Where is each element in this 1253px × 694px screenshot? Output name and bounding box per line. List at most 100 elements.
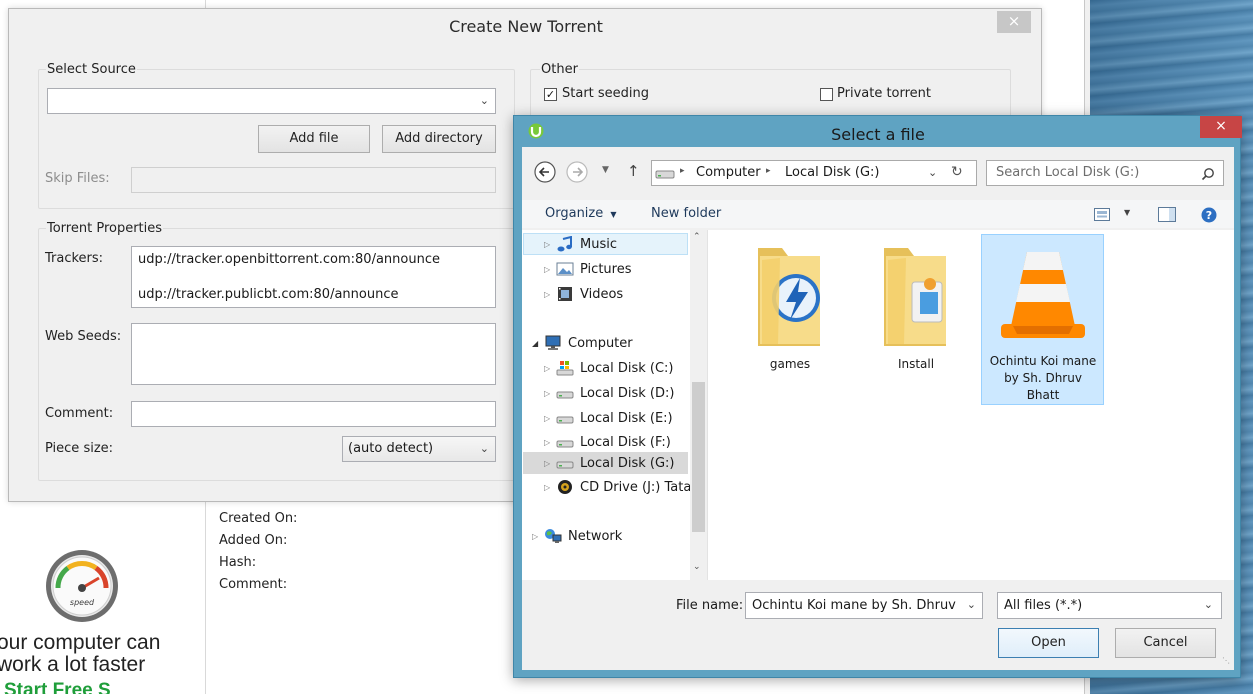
file-name-input[interactable]: Ochintu Koi mane by Sh. Dhruv Bh ⌄ — [745, 592, 983, 619]
scroll-down-icon[interactable]: ⌄ — [693, 562, 701, 572]
nav-item-label: Local Disk (E:) — [580, 410, 673, 426]
close-button[interactable]: × — [997, 11, 1031, 33]
cancel-button[interactable]: Cancel — [1115, 628, 1216, 658]
expand-arrow-icon[interactable]: ▷ — [544, 438, 556, 447]
open-button[interactable]: Open — [998, 628, 1099, 658]
comment-input[interactable] — [131, 401, 496, 427]
file-item-games[interactable]: games — [742, 238, 838, 371]
expand-arrow-icon[interactable]: ▷ — [544, 240, 556, 249]
scroll-up-icon[interactable]: ⌃ — [693, 232, 701, 242]
nav-item-local-disk-e[interactable]: ▷ Local Disk (E:) — [544, 407, 673, 429]
speed-icon-label: speed — [70, 598, 95, 607]
address-dropdown-icon[interactable]: ⌄ — [928, 166, 937, 179]
file-list[interactable]: games Install Ochintu Koi mane by Sh. Dh… — [707, 230, 1234, 580]
expand-arrow-icon[interactable]: ▷ — [544, 483, 556, 492]
expand-arrow-icon[interactable]: ▷ — [544, 389, 556, 398]
cd-drive-icon — [558, 480, 572, 494]
organize-button[interactable]: Organize ▼ — [545, 206, 617, 221]
nav-item-label: Local Disk (C:) — [580, 360, 674, 376]
forward-arrow-icon[interactable] — [566, 161, 588, 183]
nav-item-local-disk-f[interactable]: ▷ Local Disk (F:) — [544, 431, 671, 453]
help-icon[interactable]: ? — [1201, 207, 1217, 223]
trackers-label: Trackers: — [45, 251, 104, 266]
private-torrent-label: Private torrent — [837, 86, 932, 101]
drive-icon — [655, 170, 675, 179]
videos-icon — [558, 287, 572, 301]
piece-size-select[interactable]: (auto detect) ⌄ — [342, 436, 496, 462]
nav-item-label: Local Disk (D:) — [580, 385, 675, 401]
breadcrumb-computer[interactable]: Computer — [696, 165, 761, 180]
nav-item-videos[interactable]: ▷ Videos — [544, 283, 623, 305]
ad-text-line2: work a lot faster — [0, 653, 146, 676]
nav-item-label: Pictures — [580, 261, 632, 277]
web-seeds-textarea[interactable] — [131, 323, 496, 385]
nav-item-music[interactable]: ▷ Music — [544, 233, 617, 255]
tracker-line: udp://tracker.publicbt.com:80/announce — [138, 287, 399, 302]
file-type-value: All files (*.*) — [1004, 598, 1083, 613]
pictures-icon — [556, 262, 574, 276]
recent-locations-icon[interactable]: ▼ — [602, 165, 609, 175]
chevron-down-icon: ⌄ — [479, 442, 489, 455]
speedometer-icon: speed — [46, 550, 118, 622]
trackers-textarea[interactable]: udp://tracker.openbittorrent.com:80/anno… — [131, 246, 496, 308]
nav-item-label: Videos — [580, 286, 624, 302]
ad-cta-link[interactable]: Start Free S — [4, 680, 111, 694]
add-file-button[interactable]: Add file — [258, 125, 370, 153]
nav-item-label: Music — [580, 236, 617, 252]
close-button[interactable]: × — [1200, 116, 1242, 138]
view-dropdown-icon[interactable]: ▼ — [1124, 208, 1130, 217]
preview-pane-icon[interactable] — [1158, 207, 1176, 222]
file-dialog-body: ▼ ↑ ▸ Computer ▸ Local Disk (G:) ⌄ ↻ Sea… — [522, 147, 1234, 670]
address-bar[interactable]: ▸ Computer ▸ Local Disk (G:) ⌄ ↻ — [651, 160, 977, 186]
expand-arrow-icon[interactable]: ▷ — [532, 532, 544, 541]
refresh-icon[interactable]: ↻ — [951, 164, 963, 180]
ad-text[interactable]: our computer can work a lot faster — [0, 632, 160, 676]
created-on-label: Created On: — [219, 511, 298, 526]
add-directory-button[interactable]: Add directory — [382, 125, 496, 153]
drive-icon — [556, 440, 574, 448]
navigation-pane[interactable]: ▷ Music ▷ Pictures ▷ Videos ◢ Computer ▷ — [522, 230, 707, 580]
up-arrow-icon[interactable]: ↑ — [627, 162, 640, 180]
nav-item-local-disk-g[interactable]: ▷ Local Disk (G:) — [544, 452, 674, 474]
ad-text-line1: our computer can — [0, 631, 161, 654]
file-name: Install — [897, 357, 935, 371]
nav-item-label: Network — [568, 528, 623, 544]
nav-item-label: Computer — [568, 335, 633, 351]
file-name: games — [769, 357, 811, 371]
breadcrumb-local-disk-g[interactable]: Local Disk (G:) — [785, 165, 879, 180]
network-icon — [545, 529, 562, 543]
source-select[interactable]: ⌄ — [47, 88, 496, 114]
file-type-select[interactable]: All files (*.*) ⌄ — [997, 592, 1222, 619]
search-input[interactable]: Search Local Disk (G:) — [986, 160, 1224, 186]
expand-arrow-icon[interactable]: ▷ — [544, 414, 556, 423]
private-torrent-checkbox[interactable] — [820, 88, 833, 101]
search-icon[interactable] — [1201, 167, 1215, 181]
chevron-down-icon[interactable]: ⌄ — [967, 598, 976, 611]
expand-arrow-icon[interactable]: ▷ — [544, 459, 556, 468]
expand-arrow-icon[interactable]: ▷ — [544, 364, 556, 373]
nav-item-computer[interactable]: ◢ Computer — [532, 332, 633, 354]
expand-arrow-icon[interactable]: ▷ — [544, 265, 556, 274]
nav-item-local-disk-d[interactable]: ▷ Local Disk (D:) — [544, 382, 674, 404]
drive-icon — [556, 461, 574, 469]
search-placeholder: Search Local Disk (G:) — [996, 165, 1140, 180]
back-arrow-icon[interactable] — [534, 161, 556, 183]
nav-item-pictures[interactable]: ▷ Pictures — [544, 258, 631, 280]
music-icon — [557, 236, 572, 252]
nav-item-cd-drive[interactable]: ▷ CD Drive (J:) Tata — [544, 476, 691, 498]
new-folder-button[interactable]: New folder — [651, 206, 721, 221]
expand-arrow-icon[interactable]: ▷ — [544, 290, 556, 299]
drive-icon — [556, 391, 574, 399]
skip-files-input[interactable] — [131, 167, 496, 193]
nav-item-local-disk-c[interactable]: ▷ Local Disk (C:) — [544, 357, 673, 379]
file-item-ochintu[interactable]: Ochintu Koi mane by Sh. Dhruv Bhatt — [988, 238, 1098, 404]
view-options-icon[interactable] — [1094, 208, 1110, 221]
resize-grip-icon[interactable]: ⋱ — [1222, 656, 1230, 665]
file-item-install[interactable]: Install — [868, 238, 964, 371]
collapse-arrow-icon[interactable]: ◢ — [532, 339, 544, 348]
dialog-title: Create New Torrent — [449, 17, 603, 36]
nav-item-network[interactable]: ▷ Network — [532, 525, 622, 547]
nav-scrollbar-thumb[interactable] — [692, 382, 705, 532]
start-seeding-checkbox[interactable]: ✓ — [544, 88, 557, 101]
nav-item-label: Local Disk (F:) — [580, 434, 671, 450]
